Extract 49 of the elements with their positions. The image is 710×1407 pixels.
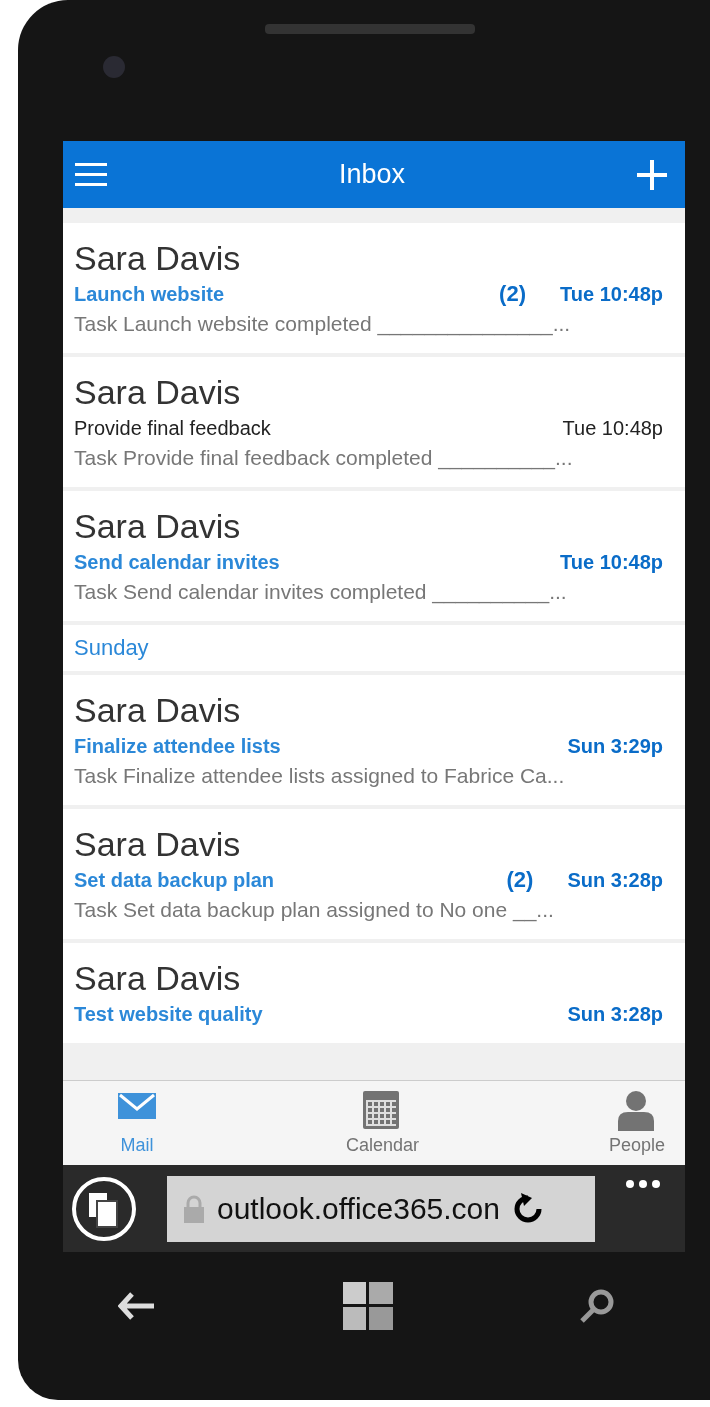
add-icon[interactable] — [637, 159, 667, 190]
header-title: Inbox — [338, 159, 406, 190]
tabs-icon[interactable] — [71, 1175, 137, 1242]
more-icon[interactable] — [625, 1179, 661, 1189]
message-item[interactable]: Sara Davis Launch website (2) Tue 10:48p Task Launch website completed _______________... — [63, 223, 685, 353]
message-time: Sun 3:29p — [567, 734, 663, 759]
calendar-icon — [363, 1090, 402, 1131]
address-field[interactable]: outlook.office365.con — [167, 1175, 595, 1242]
sender-name: Sara Davis — [74, 372, 242, 413]
nav-tab[interactable]: Calendar — [345, 1081, 419, 1165]
search-icon[interactable] — [579, 1288, 615, 1324]
message-time: Sun 3:28p — [567, 868, 663, 893]
nav-tab[interactable]: People — [608, 1081, 665, 1165]
message-preview: Task Launch website completed _______________... — [74, 311, 572, 338]
message-subject: Send calendar invites — [74, 550, 281, 575]
thread-count: (2) — [499, 280, 526, 308]
message-subject: Test website quality — [74, 1002, 264, 1027]
message-item[interactable]: Sara Davis Set data backup plan (2) Sun 3:28p Task Set data backup plan assigned to No one __... — [63, 809, 685, 939]
message-time: Tue 10:48p — [560, 282, 663, 307]
message-preview: Task Provide final feedback completed __________... — [74, 445, 574, 472]
person-icon — [617, 1090, 656, 1131]
message-subject: Set data backup plan — [74, 868, 276, 893]
message-subject: Launch website — [74, 282, 226, 307]
day-header: Sunday — [63, 625, 685, 671]
message-preview: Task Set data backup plan assigned to No one __... — [74, 897, 555, 924]
message-item[interactable]: Sara Davis Send calendar invites Tue 10:48p Task Send calendar invites completed __________... — [63, 491, 685, 621]
message-item[interactable]: Sara Davis Test website quality Sun 3:28p — [63, 943, 685, 1043]
sender-name: Sara Davis — [74, 506, 242, 547]
back-arrow-icon[interactable] — [118, 1291, 156, 1321]
url-text: outlook.office365.con — [217, 1191, 500, 1226]
windows-logo-icon[interactable] — [342, 1282, 393, 1330]
menu-icon[interactable] — [75, 161, 107, 188]
message-time: Tue 10:48p — [562, 416, 663, 441]
message-time: Tue 10:48p — [560, 550, 663, 575]
sender-name: Sara Davis — [74, 238, 242, 279]
sender-name: Sara Davis — [74, 690, 242, 731]
message-time: Sun 3:28p — [567, 1002, 663, 1027]
thread-count: (2) — [506, 866, 534, 894]
sender-name: Sara Davis — [74, 824, 242, 865]
message-preview: Task Finalize attendee lists assigned to Fabrice Ca... — [74, 763, 566, 789]
camera-lens — [103, 56, 125, 78]
message-subject: Provide final feedback — [74, 416, 272, 441]
message-item[interactable]: Sara Davis Finalize attendee lists Sun 3:29p Task Finalize attendee lists assigned to Fabrice Ca... — [63, 675, 685, 805]
lock-icon — [183, 1193, 205, 1224]
message-item[interactable]: Sara Davis Provide final feedback Tue 10:48p Task Provide final feedback completed __________... — [63, 357, 685, 487]
sender-name: Sara Davis — [74, 958, 242, 999]
refresh-icon[interactable] — [512, 1192, 544, 1225]
message-subject: Finalize attendee lists — [74, 734, 282, 759]
message-preview: Task Send calendar invites completed __________... — [74, 579, 568, 606]
